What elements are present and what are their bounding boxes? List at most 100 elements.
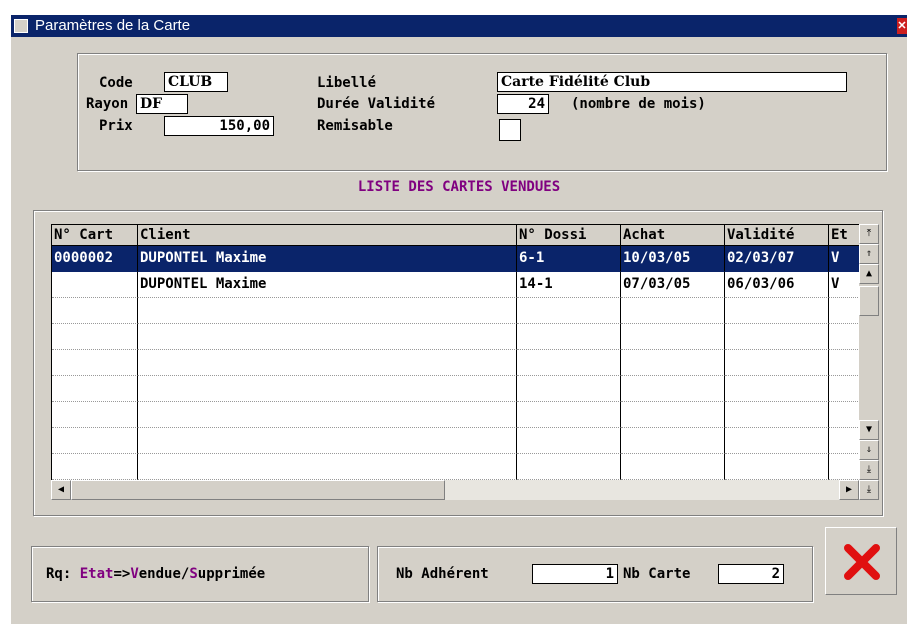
- page-down-icon[interactable]: ⇓: [859, 440, 879, 460]
- empty-cell: [725, 376, 829, 402]
- empty-cell: [829, 324, 860, 350]
- cell-client: DUPONTEL Maxime: [138, 246, 517, 272]
- legend-rq: Rq:: [46, 566, 72, 582]
- arrow-right-icon[interactable]: ▶: [839, 480, 859, 500]
- column-header-etat[interactable]: Et: [829, 225, 860, 246]
- duree-field[interactable]: 24: [497, 94, 549, 114]
- cell-dossier: 14-1: [517, 272, 621, 298]
- scroll-top-icon[interactable]: ⤒: [859, 224, 879, 244]
- empty-cell: [621, 428, 725, 454]
- legend-supprimee: upprimée: [197, 566, 266, 582]
- page-up-icon[interactable]: ⇑: [859, 244, 879, 264]
- empty-cell: [138, 298, 517, 324]
- empty-cell: [52, 324, 138, 350]
- window-title: Paramètres de la Carte: [35, 17, 191, 34]
- empty-cell: [517, 298, 621, 324]
- libelle-label: Libellé: [317, 75, 377, 91]
- cell-validite: 06/03/06: [725, 272, 829, 298]
- cell-carte: [52, 272, 138, 298]
- title-bar: Paramètres de la Carte ✕: [11, 15, 907, 37]
- empty-cell: [52, 376, 138, 402]
- horizontal-scrollbar[interactable]: ◀ ▶: [51, 480, 859, 500]
- sold-cards-grid: N° Cart Client N° Dossi Achat Validité E…: [51, 224, 860, 481]
- empty-cell: [138, 454, 517, 480]
- sold-cards-table-panel: N° Cart Client N° Dossi Achat Validité E…: [33, 210, 883, 516]
- empty-cell: [829, 298, 860, 324]
- empty-cell: [725, 324, 829, 350]
- empty-cell: [829, 454, 860, 480]
- arrow-left-icon[interactable]: ◀: [51, 480, 71, 500]
- cell-carte: 0000002: [52, 246, 138, 272]
- legend-arrow: =>: [113, 566, 131, 582]
- close-button[interactable]: ✕: [897, 18, 907, 34]
- empty-cell: [517, 454, 621, 480]
- empty-cell: [829, 376, 860, 402]
- empty-cell: [621, 454, 725, 480]
- empty-cell: [52, 350, 138, 376]
- legend-box: Rq: Etat=>Vendue/Supprimée: [31, 546, 369, 602]
- arrow-up-icon[interactable]: ▲: [859, 264, 879, 284]
- arrow-down-icon[interactable]: ▼: [859, 420, 879, 440]
- empty-cell: [621, 350, 725, 376]
- legend-v: V: [130, 566, 139, 582]
- duree-label: Durée Validité: [317, 96, 436, 112]
- code-field[interactable]: CLUB: [164, 72, 228, 92]
- empty-cell: [517, 428, 621, 454]
- parameters-group: [77, 53, 887, 171]
- column-header-carte[interactable]: N° Cart: [52, 225, 138, 246]
- rayon-label: Rayon: [86, 96, 129, 112]
- cancel-button[interactable]: [825, 527, 897, 595]
- vertical-scrollbar[interactable]: ⤒ ⇑ ▲ ▼ ⇓ ⤓: [859, 224, 879, 480]
- scroll-thumb[interactable]: [859, 286, 879, 316]
- legend-vendue: endue/: [138, 566, 190, 582]
- legend-s: S: [189, 566, 198, 582]
- legend-text: Rq: Etat=>Vendue/Supprimée: [46, 565, 265, 583]
- legend-etat: Etat: [79, 566, 114, 582]
- empty-cell: [517, 376, 621, 402]
- empty-cell: [621, 298, 725, 324]
- cell-validite: 02/03/07: [725, 246, 829, 272]
- rayon-field[interactable]: DF: [136, 94, 188, 114]
- empty-cell: [138, 376, 517, 402]
- cell-achat: 10/03/05: [621, 246, 725, 272]
- cell-etat: V: [829, 272, 860, 298]
- empty-cell: [621, 324, 725, 350]
- nb-adherent-label: Nb Adhérent: [396, 566, 489, 582]
- cell-client: DUPONTEL Maxime: [138, 272, 517, 298]
- empty-cell: [621, 376, 725, 402]
- horizontal-scroll-thumb[interactable]: [71, 480, 445, 500]
- empty-cell: [725, 428, 829, 454]
- duree-unit: (nombre de mois): [571, 96, 706, 112]
- empty-cell: [52, 428, 138, 454]
- cancel-x-icon: [844, 544, 880, 580]
- counters-box: Nb Adhérent 1 Nb Carte 2: [377, 546, 813, 602]
- scroll-bottom-icon[interactable]: ⤓: [859, 460, 879, 480]
- nb-carte-field[interactable]: 2: [718, 564, 784, 584]
- empty-cell: [621, 402, 725, 428]
- column-header-dossier[interactable]: N° Dossi: [517, 225, 621, 246]
- window-icon: [14, 19, 28, 33]
- empty-cell: [52, 454, 138, 480]
- empty-cell: [517, 402, 621, 428]
- column-header-validite[interactable]: Validité: [725, 225, 829, 246]
- column-header-client[interactable]: Client: [138, 225, 517, 246]
- prix-field[interactable]: 150,00: [164, 116, 274, 136]
- list-title: LISTE DES CARTES VENDUES: [357, 179, 561, 195]
- empty-cell: [517, 350, 621, 376]
- empty-cell: [725, 350, 829, 376]
- empty-cell: [52, 402, 138, 428]
- remisable-label: Remisable: [317, 118, 393, 134]
- libelle-field[interactable]: Carte Fidélité Club: [497, 72, 847, 92]
- remisable-checkbox[interactable]: [499, 119, 521, 141]
- cell-dossier: 6-1: [517, 246, 621, 272]
- empty-cell: [517, 324, 621, 350]
- column-header-achat[interactable]: Achat: [621, 225, 725, 246]
- nb-adherent-field[interactable]: 1: [532, 564, 618, 584]
- empty-cell: [138, 350, 517, 376]
- cell-achat: 07/03/05: [621, 272, 725, 298]
- empty-cell: [725, 402, 829, 428]
- prix-label: Prix: [99, 118, 133, 134]
- empty-cell: [138, 402, 517, 428]
- scroll-end-icon[interactable]: ⤓: [859, 480, 879, 500]
- empty-cell: [725, 454, 829, 480]
